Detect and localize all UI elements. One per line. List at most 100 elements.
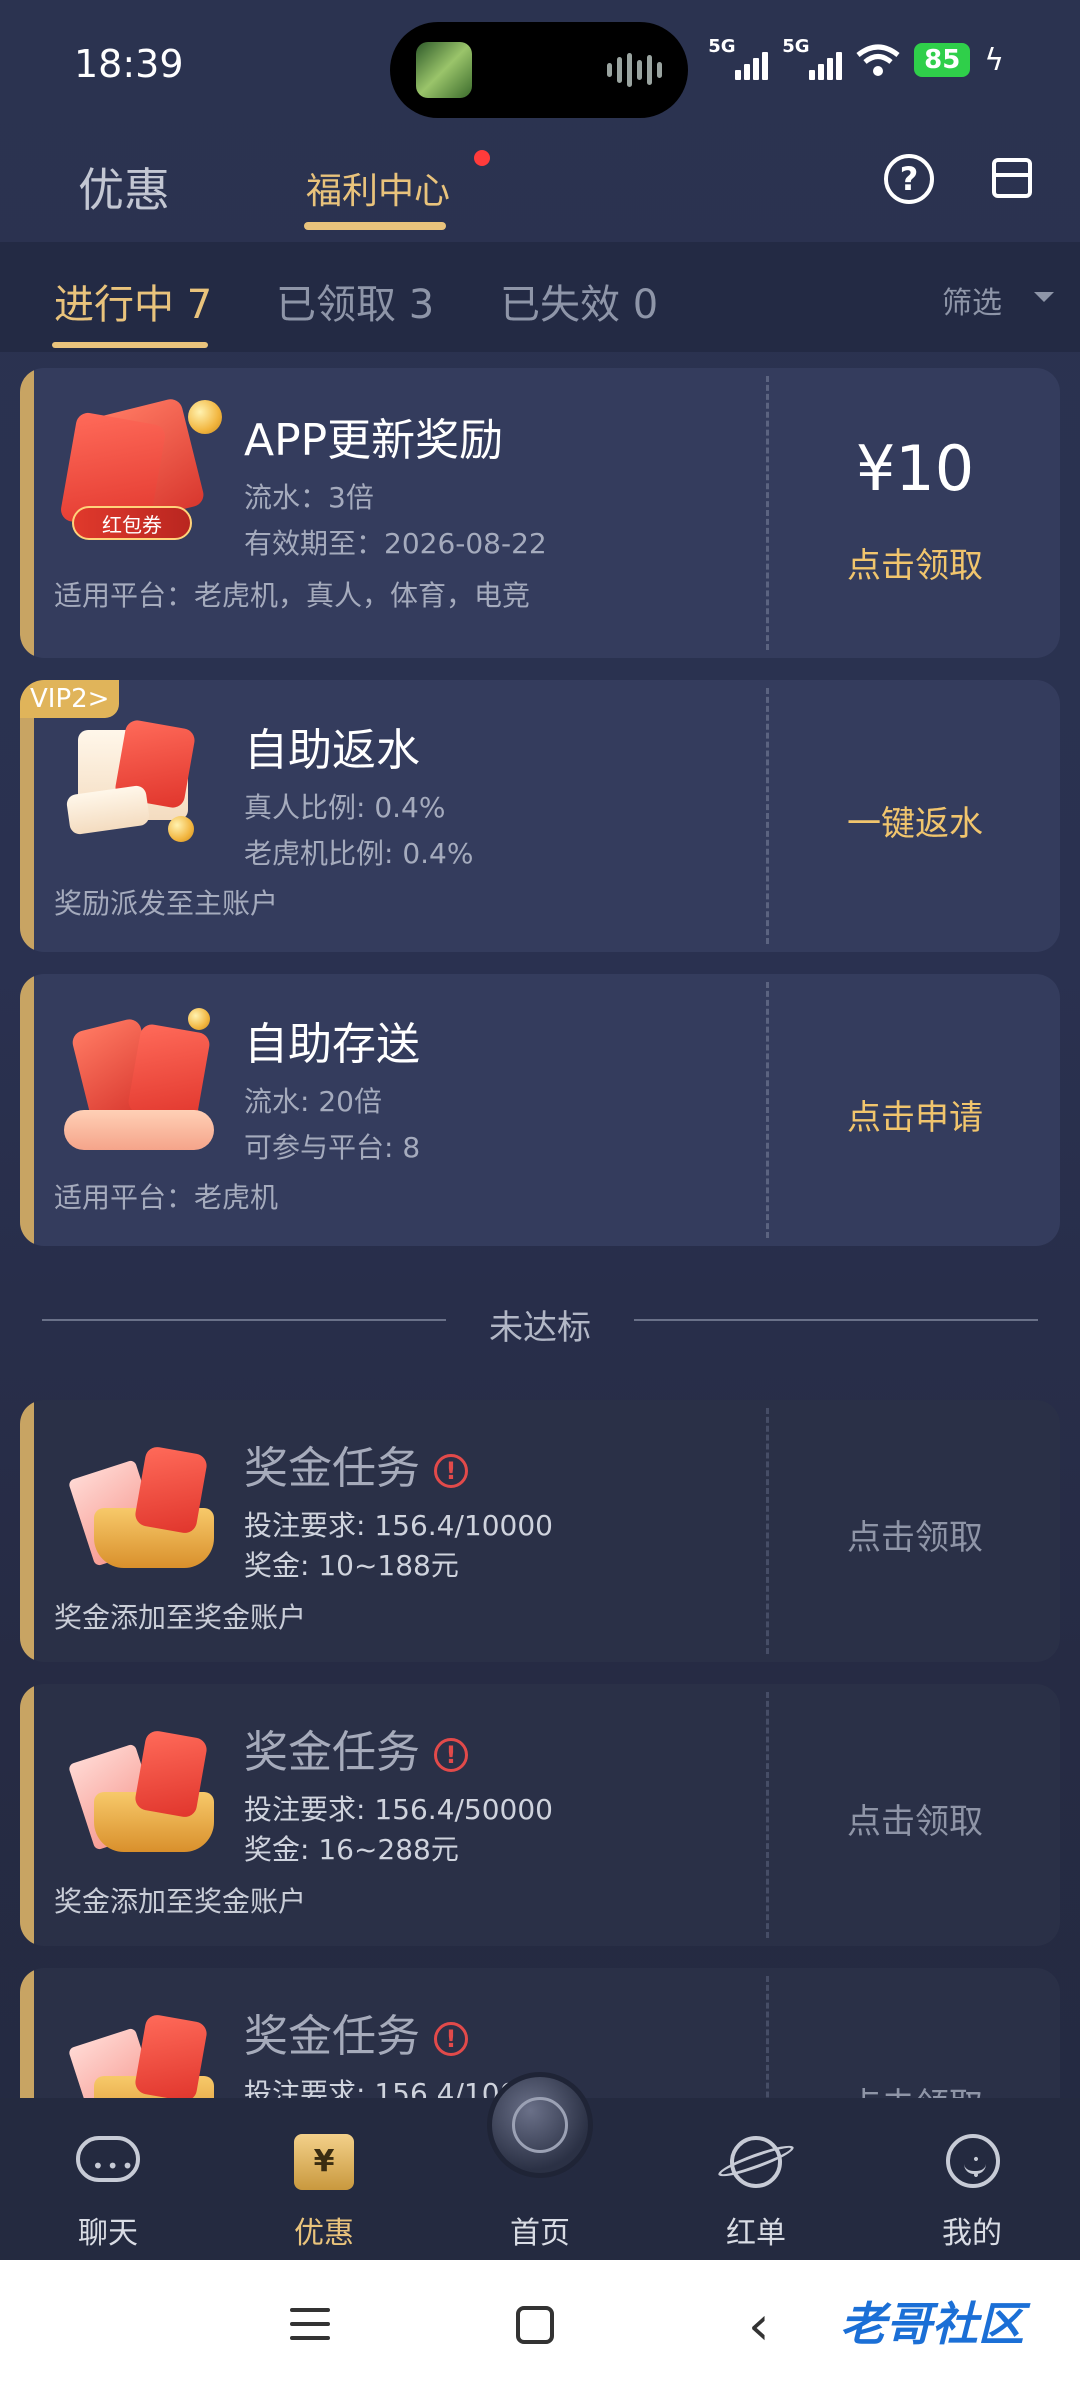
- media-thumbnail: [416, 42, 472, 98]
- status-bar: 18:39 5G 5G 85 ϟ: [0, 0, 1080, 130]
- card-accent: [20, 1400, 34, 1662]
- card-divider: [766, 376, 769, 650]
- apply-button[interactable]: 点击申请: [770, 1090, 1060, 1139]
- card-divider: [766, 1408, 769, 1654]
- bonus-range: 奖金: 10~188元: [244, 1549, 459, 1582]
- nav-youhui[interactable]: ¥ 优惠: [216, 2098, 432, 2260]
- treasure-chest-icon: [60, 1722, 220, 1872]
- card-title: 奖金任务: [244, 2011, 420, 2062]
- card-detail: 流水：3倍: [244, 481, 374, 514]
- nav-mine[interactable]: • • 我的: [864, 2098, 1080, 2260]
- bet-requirement: 投注要求: 156.4/50000: [244, 1793, 553, 1826]
- tab-indicator: [304, 222, 446, 230]
- tab-youhui[interactable]: 优惠: [78, 154, 170, 220]
- soccer-ball-icon: [487, 2072, 593, 2178]
- alert-icon[interactable]: !: [434, 1454, 468, 1488]
- nav-chat[interactable]: ••• 聊天: [0, 2098, 216, 2260]
- reward-card-rebate[interactable]: VIP2> 自助返水 真人比例: 0.4% 老虎机比例: 0.4% 奖励派发至主…: [20, 680, 1060, 952]
- nav-hongdan[interactable]: 红单: [648, 2098, 864, 2260]
- bonus-task-card[interactable]: 奖金任务! 投注要求: 156.4/50000 奖金: 16~288元 奖金添加…: [20, 1684, 1060, 1946]
- nav-label: 聊天: [78, 2216, 138, 2251]
- wifi-icon: [856, 44, 900, 76]
- notification-dot: [474, 150, 490, 166]
- card-accent: [20, 680, 34, 952]
- vip-badge[interactable]: VIP2>: [20, 680, 120, 718]
- claim-button[interactable]: 点击领取: [770, 538, 1060, 587]
- help-icon[interactable]: ?: [884, 154, 934, 204]
- alert-icon[interactable]: !: [434, 1738, 468, 1772]
- subtab-indicator: [52, 342, 208, 348]
- card-title-row: 奖金任务!: [244, 1432, 468, 1496]
- profile-icon: • •: [940, 2132, 1004, 2192]
- top-header: 优惠 福利中心 ?: [0, 130, 1080, 242]
- tab-expired[interactable]: 已失效 0: [500, 272, 658, 330]
- caret-down-icon[interactable]: [1034, 292, 1054, 302]
- card-note: 奖励派发至主账户: [54, 887, 279, 920]
- tab-claimed[interactable]: 已领取 3: [276, 272, 434, 330]
- red-envelope-icon: 红包券: [59, 396, 222, 550]
- treasure-chest-icon: [60, 1438, 220, 1588]
- nav-label: 优惠: [294, 2216, 354, 2251]
- rebate-ticket-icon: [60, 718, 220, 870]
- claim-button[interactable]: 点击领取: [770, 1510, 1060, 1559]
- bonus-range: 奖金: 16~288元: [244, 1833, 459, 1866]
- reward-amount: ¥10: [855, 432, 975, 505]
- nav-label: 首页: [510, 2216, 570, 2251]
- home-icon[interactable]: [516, 2306, 554, 2344]
- chat-icon: •••: [76, 2132, 140, 2192]
- reward-card-app-update[interactable]: 红包券 APP更新奖励 流水：3倍 有效期至：2026-08-22 适用平台：老…: [20, 368, 1060, 658]
- card-detail: 流水: 20倍: [244, 1085, 382, 1118]
- card-detail: 真人比例: 0.4%: [244, 791, 446, 824]
- tab-welfare-center[interactable]: 福利中心: [306, 162, 450, 214]
- bonus-task-card[interactable]: 奖金任务! 投注要求: 156.4/10000 奖金: 10~188元 奖金添加…: [20, 1400, 1060, 1662]
- alert-icon[interactable]: !: [434, 2022, 468, 2056]
- card-divider: [766, 982, 769, 1238]
- menu-icon[interactable]: [290, 2308, 330, 2350]
- section-divider: 未达标: [0, 1300, 1080, 1348]
- status-time: 18:39: [74, 42, 184, 86]
- watermark-logo: 老哥社区: [840, 2297, 1024, 2351]
- card-title: 自助存送: [244, 1019, 420, 1070]
- card-platforms: 适用平台：老虎机: [54, 1181, 279, 1214]
- card-title-row: 奖金任务!: [244, 1716, 468, 1780]
- card-accent: [20, 1684, 34, 1946]
- bottom-nav: ••• 聊天 ¥ 优惠 首页 红单 • • 我的: [0, 2072, 1080, 2260]
- network-type: 5G: [708, 36, 736, 57]
- back-icon[interactable]: ‹: [748, 2294, 770, 2357]
- card-detail: 可参与平台: 8: [244, 1131, 421, 1164]
- divider-line: [634, 1319, 1038, 1321]
- nav-home[interactable]: 首页: [432, 2072, 648, 2260]
- bet-requirement: 投注要求: 156.4/10000: [244, 1509, 553, 1542]
- filter-button[interactable]: 筛选: [942, 278, 1002, 322]
- card-title: APP更新奖励: [244, 415, 504, 466]
- network-type: 5G: [782, 36, 810, 57]
- wallet-icon: ¥: [292, 2132, 356, 2192]
- claim-button[interactable]: 点击领取: [770, 1794, 1060, 1843]
- card-accent: [20, 368, 34, 658]
- card-title-row: 奖金任务!: [244, 2000, 468, 2064]
- planet-icon: [716, 2132, 796, 2192]
- reward-card-deposit-bonus[interactable]: 自助存送 流水: 20倍 可参与平台: 8 适用平台：老虎机 点击申请: [20, 974, 1060, 1246]
- tab-in-progress[interactable]: 进行中 7: [54, 272, 212, 330]
- red-envelope-hands-icon: [60, 1008, 220, 1164]
- nav-label: 红单: [726, 2216, 786, 2251]
- card-platforms: 适用平台：老虎机，真人，体育，电竞: [54, 579, 531, 612]
- card-title: 奖金任务: [244, 1727, 420, 1778]
- card-detail: 老虎机比例: 0.4%: [244, 837, 474, 870]
- redeem-icon[interactable]: [992, 158, 1036, 202]
- battery-icon: 85: [914, 43, 971, 77]
- card-note: 奖金添加至奖金账户: [54, 1601, 307, 1634]
- signal-icon: 5G: [708, 36, 769, 80]
- card-title: 奖金任务: [244, 1443, 420, 1494]
- wallet-symbol: ¥: [294, 2134, 354, 2190]
- card-divider: [766, 688, 769, 944]
- audio-wave-icon: [607, 52, 662, 88]
- rebate-button[interactable]: 一键返水: [770, 796, 1060, 845]
- section-label: 未达标: [489, 1308, 591, 1348]
- card-note: 奖金添加至奖金账户: [54, 1885, 307, 1918]
- coupon-ribbon: 红包券: [72, 506, 192, 540]
- dynamic-island[interactable]: [390, 22, 688, 118]
- card-detail: 有效期至：2026-08-22: [244, 527, 547, 560]
- card-divider: [766, 1692, 769, 1938]
- system-nav-bar: ‹ 老哥社区: [0, 2260, 1080, 2392]
